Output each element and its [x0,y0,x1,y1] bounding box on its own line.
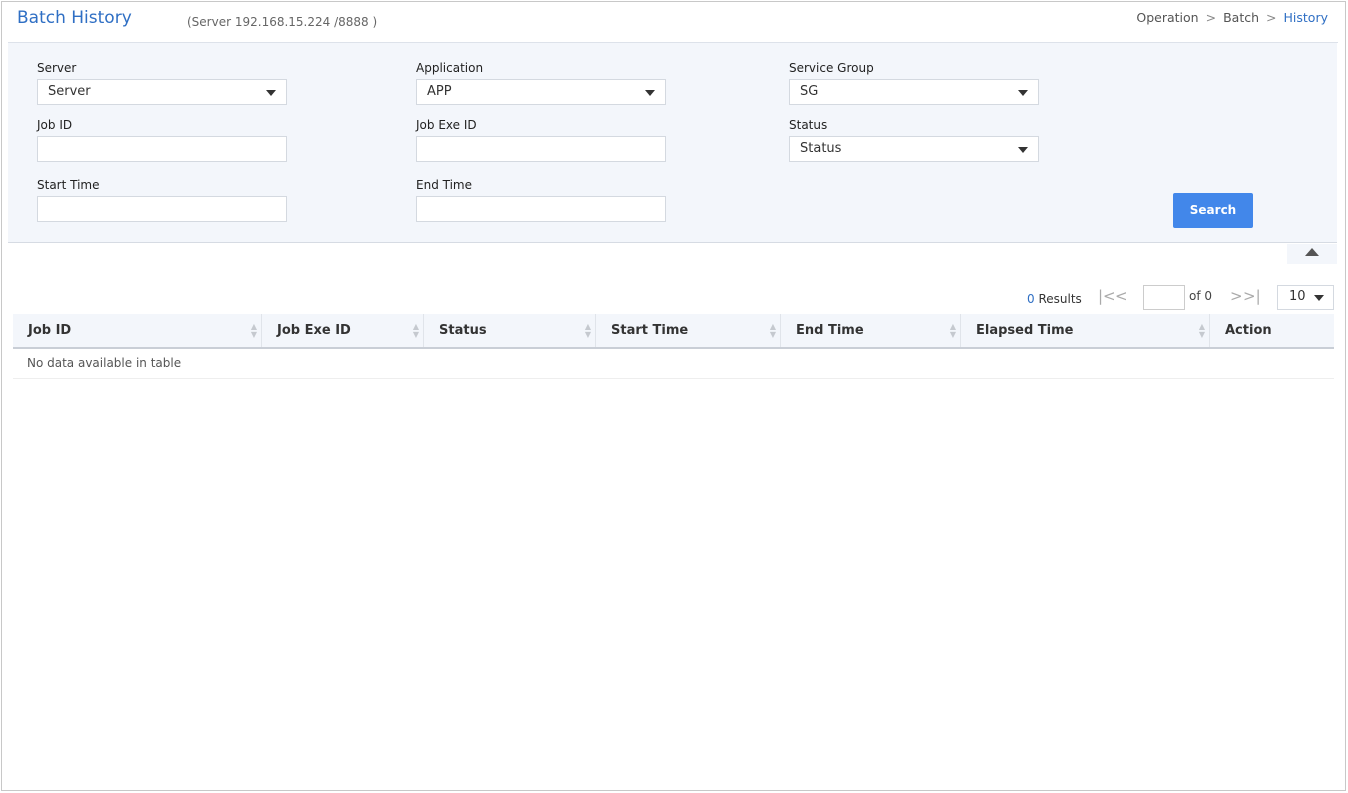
sort-icon: ▲ ▼ [584,322,591,339]
sort-icon: ▲ ▼ [250,322,257,339]
sort-icon: ▲ ▼ [769,322,776,339]
breadcrumb-batch[interactable]: Batch [1223,10,1259,25]
breadcrumb-operation[interactable]: Operation [1136,10,1198,25]
server-label: Server [37,61,77,75]
page-input[interactable] [1143,285,1185,310]
application-select[interactable]: APP [416,79,666,105]
page-total: of 0 [1189,289,1213,303]
service-group-label: Service Group [789,61,874,75]
job-exe-id-label: Job Exe ID [416,118,477,132]
breadcrumb-history: History [1283,10,1328,25]
server-info: (Server 192.168.15.224 /8888 ) [187,15,378,29]
last-page-icon[interactable]: >| [1243,287,1261,305]
end-time-input[interactable] [416,196,666,222]
prev-page-icon[interactable]: < [1115,287,1128,305]
column-label: Job ID [28,323,72,338]
column-start-time[interactable]: Start Time ▲ ▼ [596,314,781,347]
breadcrumb-separator: > [1266,10,1277,25]
column-action: Action [1210,314,1334,347]
status-select[interactable]: Status [789,136,1039,162]
column-job-exe-id[interactable]: Job Exe ID ▲ ▼ [262,314,424,347]
start-time-input[interactable] [37,196,287,222]
column-end-time[interactable]: End Time ▲ ▼ [781,314,961,347]
results-number: 0 [1027,292,1035,306]
column-label: Action [1225,323,1272,338]
job-id-input[interactable] [37,136,287,162]
column-label: Job Exe ID [277,323,351,338]
column-label: Status [439,323,487,338]
service-group-value: SG [800,84,819,99]
server-value: Server [48,84,91,99]
status-label: Status [789,118,828,132]
page-title: Batch History [17,8,132,28]
results-label: Results [1038,292,1082,306]
column-elapsed-time[interactable]: Elapsed Time ▲ ▼ [961,314,1210,347]
table-header: Job ID ▲ ▼ Job Exe ID ▲ ▼ Status ▲ ▼ Start Tim… [13,314,1334,349]
status-value: Status [800,141,842,156]
job-id-label: Job ID [37,118,73,132]
breadcrumb-separator: > [1205,10,1217,25]
column-label: Start Time [611,323,689,338]
search-button[interactable]: Search [1173,193,1253,228]
service-group-select[interactable]: SG [789,79,1039,105]
application-label: Application [416,61,484,75]
first-page-icon[interactable]: |< [1098,287,1116,305]
column-status[interactable]: Status ▲ ▼ [424,314,596,347]
sort-icon: ▲ ▼ [949,322,956,339]
results-count: 0 Results [1027,292,1082,306]
column-label: End Time [796,323,864,338]
collapse-panel-button[interactable] [1287,244,1337,264]
sort-icon: ▲ ▼ [412,322,419,339]
empty-table-message: No data available in table [13,349,1334,379]
page-size-select[interactable]: 10 [1277,285,1334,310]
server-select[interactable]: Server [37,79,287,105]
column-job-id[interactable]: Job ID ▲ ▼ [13,314,262,347]
job-exe-id-input[interactable] [416,136,666,162]
start-time-label: Start Time [37,178,100,192]
column-label: Elapsed Time [976,323,1074,338]
sort-icon: ▲ ▼ [1198,322,1205,339]
end-time-label: End Time [416,178,472,192]
application-value: APP [427,84,452,99]
page-size-value: 10 [1289,289,1306,304]
breadcrumb: Operation > Batch > History [1136,10,1328,25]
next-page-icon[interactable]: > [1230,287,1243,305]
